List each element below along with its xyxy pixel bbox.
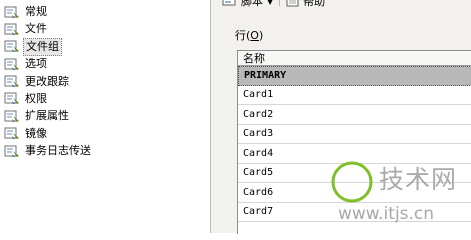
page-settings-icon xyxy=(4,23,20,36)
script-button-label: 脚本 xyxy=(241,0,263,8)
page-settings-icon xyxy=(4,40,20,53)
rows-label: 行(O) xyxy=(235,29,264,42)
sidebar-item-label: 事务日志传送 xyxy=(25,144,91,158)
navigation-pane: 常规文件 文件组 选项更改跟踪权限扩展属性镜像事务日志传送 xyxy=(0,0,211,233)
sidebar-item[interactable]: 文件组 xyxy=(0,37,210,56)
script-icon xyxy=(222,0,238,10)
page-settings-icon xyxy=(4,145,20,158)
sidebar-item[interactable]: 常规 xyxy=(0,4,210,20)
script-button[interactable]: 脚本 ▼ xyxy=(222,0,273,10)
sidebar-item[interactable]: 更改跟踪 xyxy=(0,74,210,90)
table-row[interactable]: PRIMARY xyxy=(238,66,471,86)
sidebar-item-label: 文件 xyxy=(25,22,47,36)
rows-label-text: 行 xyxy=(235,29,246,42)
page-settings-icon xyxy=(4,58,20,71)
rows-hotkey: O xyxy=(250,29,259,42)
sidebar-item-label: 镜像 xyxy=(25,126,47,140)
sidebar-item[interactable]: 扩展属性 xyxy=(0,108,210,124)
help-button-label: 帮助 xyxy=(303,0,326,8)
sidebar-item[interactable]: 事务日志传送 xyxy=(0,143,210,159)
sidebar-item[interactable]: 镜像 xyxy=(0,126,210,142)
watermark-url: www.itjs.cn xyxy=(338,204,435,224)
page-settings-icon xyxy=(4,110,20,123)
help-button[interactable]: 帮助 xyxy=(286,0,325,10)
table-row[interactable]: Card3 xyxy=(238,125,471,144)
watermark-logo-icon xyxy=(331,161,373,203)
sidebar-item[interactable]: 文件 xyxy=(0,21,210,37)
sidebar-item-label: 扩展属性 xyxy=(25,109,69,123)
sidebar-item-label: 常规 xyxy=(25,5,47,18)
column-header-name[interactable]: 名称 xyxy=(238,51,471,66)
page-settings-icon xyxy=(4,75,20,88)
table-row[interactable]: Card2 xyxy=(238,105,471,125)
page-settings-icon xyxy=(4,92,20,105)
watermark: 技术网 www.itjs.cn xyxy=(330,160,471,233)
watermark-brand: 技术网 xyxy=(379,165,458,194)
toolbar-divider xyxy=(279,0,281,6)
sidebar-item-label: 更改跟踪 xyxy=(25,74,69,88)
sidebar-item-label: 文件组 xyxy=(23,37,62,56)
sidebar-item-label: 选项 xyxy=(25,57,47,71)
page-settings-icon xyxy=(4,127,20,140)
table-row[interactable]: Card1 xyxy=(238,86,471,105)
chevron-down-icon[interactable]: ▼ xyxy=(267,0,273,8)
sidebar-item[interactable]: 选项 xyxy=(0,56,210,72)
toolbar: 脚本 ▼ 帮助 xyxy=(211,0,471,12)
sidebar-item[interactable]: 权限 xyxy=(0,91,210,107)
page-settings-icon xyxy=(4,6,20,19)
page-list: 常规文件 文件组 选项更改跟踪权限扩展属性镜像事务日志传送 xyxy=(0,0,210,159)
help-icon xyxy=(286,0,300,10)
sidebar-item-label: 权限 xyxy=(25,91,47,105)
